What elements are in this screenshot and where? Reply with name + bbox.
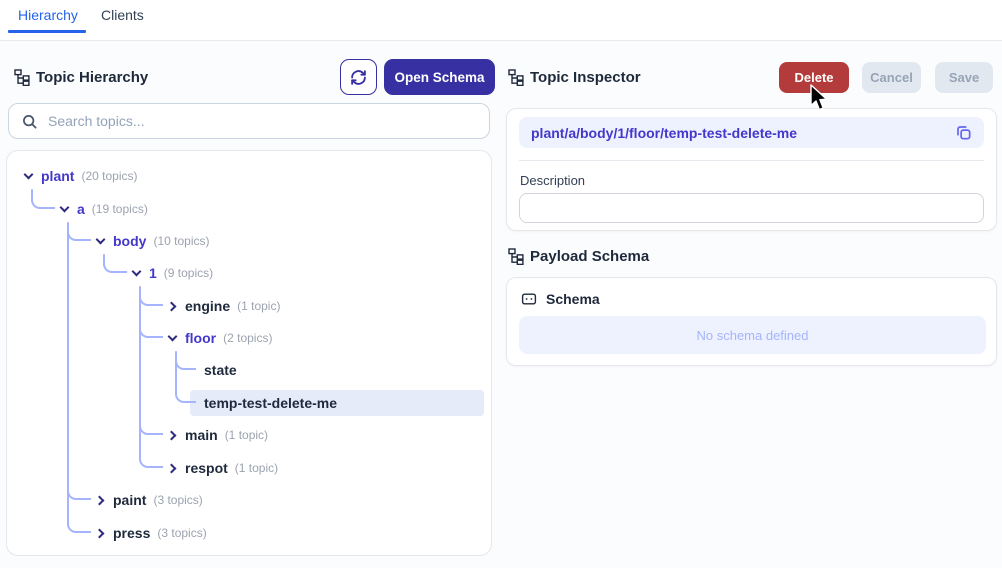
tree-node-paint[interactable]: paint (3 topics) — [7, 487, 489, 513]
left-panel-title: Topic Hierarchy — [36, 69, 149, 86]
tree-node-count: (10 topics) — [153, 234, 210, 248]
search-icon — [21, 113, 38, 130]
tree-node-engine[interactable]: engine (1 topic) — [7, 293, 489, 319]
hierarchy-icon — [14, 69, 30, 87]
tree-node-count: (2 topics) — [223, 331, 273, 345]
hierarchy-icon — [508, 248, 524, 266]
tree-node-label: floor — [185, 330, 217, 346]
refresh-icon — [350, 69, 367, 86]
topic-path: plant/a/body/1/floor/temp-test-delete-me — [531, 124, 798, 141]
search-input[interactable] — [48, 113, 479, 129]
tree-node-label: 1 — [149, 265, 157, 281]
chevron-down-icon[interactable] — [23, 169, 34, 179]
no-schema-placeholder: No schema defined — [519, 316, 986, 354]
tree-node-label: state — [204, 362, 237, 378]
tree-node-label: respot — [185, 460, 228, 476]
chevron-right-icon[interactable] — [94, 495, 105, 505]
chevron-right-icon[interactable] — [166, 430, 177, 440]
tree-node-floor[interactable]: floor (2 topics) — [7, 325, 489, 351]
tree-node-label: engine — [185, 298, 231, 314]
topic-inspector-card: plant/a/body/1/floor/temp-test-delete-me… — [506, 108, 997, 231]
tree-node-state[interactable]: state — [7, 357, 489, 383]
copy-icon — [954, 123, 973, 142]
divider — [519, 160, 984, 161]
refresh-button[interactable] — [340, 59, 377, 95]
hierarchy-icon — [508, 69, 524, 87]
delete-button[interactable]: Delete — [779, 62, 849, 93]
description-label: Description — [520, 173, 586, 188]
active-tab-underline — [8, 30, 86, 33]
tree-node-label: a — [77, 201, 85, 217]
tab-clients[interactable]: Clients — [101, 7, 144, 23]
chevron-right-icon[interactable] — [166, 301, 177, 311]
tree-node-temp-test-delete-me[interactable]: temp-test-delete-me — [7, 390, 489, 416]
tree-node-label: main — [185, 427, 218, 443]
chevron-right-icon[interactable] — [94, 528, 105, 538]
chevron-down-icon[interactable] — [59, 202, 70, 212]
tree-node-count: (3 topics) — [157, 526, 207, 540]
schema-icon — [521, 291, 537, 307]
tree-node-count: (1 topic) — [224, 428, 269, 442]
tree-node-label: body — [113, 233, 147, 249]
tree-node-count: (1 topic) — [234, 461, 279, 475]
tree-node-a[interactable]: a (19 topics) — [7, 196, 489, 222]
tab-bar: Hierarchy Clients — [0, 0, 1002, 41]
payload-schema-card: Schema No schema defined — [506, 277, 997, 366]
tree-node-count: (9 topics) — [163, 266, 214, 280]
open-schema-button[interactable]: Open Schema — [384, 59, 495, 95]
tree-node-count: (3 topics) — [153, 493, 203, 507]
tree-node-press[interactable]: press (3 topics) — [7, 520, 489, 546]
tree-node-respot[interactable]: respot (1 topic) — [7, 455, 489, 481]
tree-node-label: plant — [41, 168, 75, 184]
tree-node-1[interactable]: 1 (9 topics) — [7, 260, 489, 286]
chevron-down-icon[interactable] — [95, 234, 106, 244]
cancel-button[interactable]: Cancel — [862, 62, 921, 93]
tree-node-body[interactable]: body (10 topics) — [7, 228, 489, 254]
tree-node-label: press — [113, 525, 151, 541]
page-background: Hierarchy Clients Topic Hierarchy Open S… — [0, 0, 1002, 568]
payload-schema-title: Payload Schema — [530, 248, 650, 265]
tree-node-plant[interactable]: plant (20 topics) — [7, 163, 489, 189]
tree-node-label: paint — [113, 492, 147, 508]
chevron-down-icon[interactable] — [167, 331, 178, 341]
tree-node-count: (20 topics) — [81, 169, 138, 183]
topic-tree: plant (20 topics) a (19 topics) body (10… — [6, 150, 492, 556]
description-input[interactable] — [519, 193, 984, 223]
tree-node-count: (1 topic) — [237, 299, 281, 313]
tab-hierarchy[interactable]: Hierarchy — [18, 7, 78, 23]
copy-button[interactable] — [950, 120, 976, 146]
topic-path-field: plant/a/body/1/floor/temp-test-delete-me — [519, 117, 984, 148]
tree-node-count: (19 topics) — [91, 202, 148, 216]
search-box — [8, 103, 490, 139]
right-panel-title: Topic Inspector — [530, 69, 641, 86]
chevron-right-icon[interactable] — [166, 463, 177, 473]
save-button[interactable]: Save — [935, 62, 993, 93]
tree-node-main[interactable]: main (1 topic) — [7, 422, 489, 448]
chevron-down-icon[interactable] — [131, 266, 142, 276]
schema-row: Schema — [521, 291, 600, 307]
tree-node-label: temp-test-delete-me — [204, 395, 338, 411]
schema-label: Schema — [546, 291, 600, 307]
